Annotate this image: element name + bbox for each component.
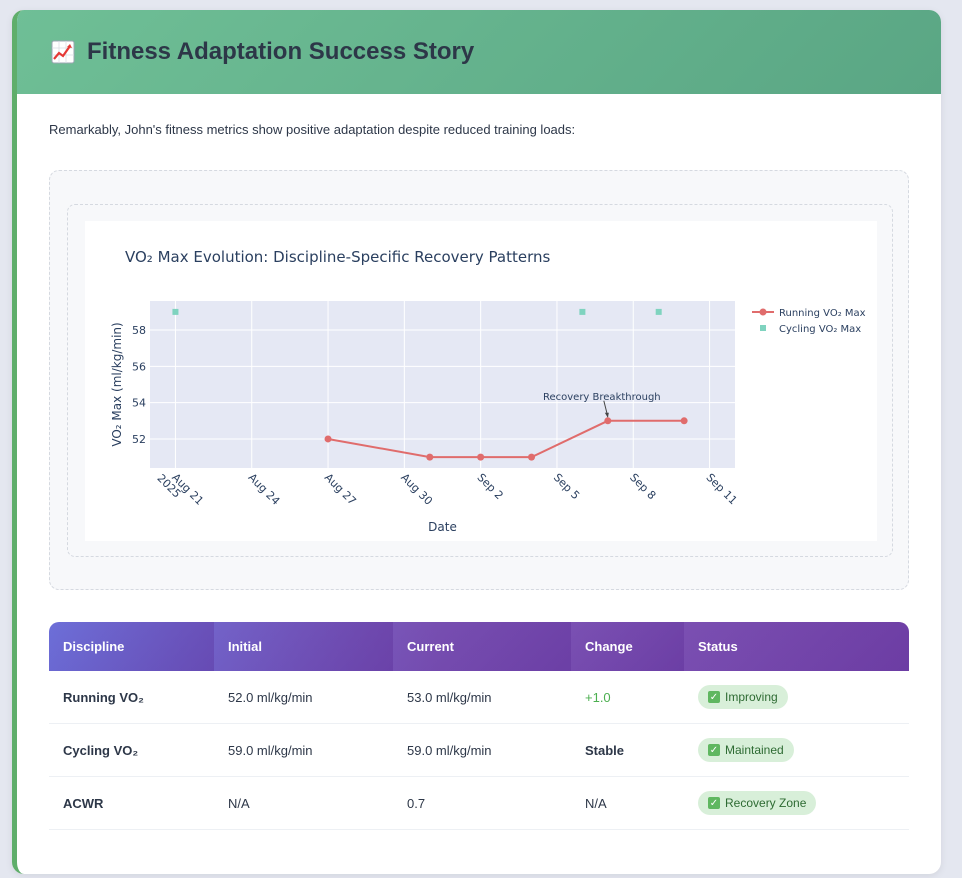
plot-background xyxy=(150,301,735,468)
vo2-chart[interactable]: VO₂ Max Evolution: Discipline-Specific R… xyxy=(85,221,877,541)
chart-frame: VO₂ Max Evolution: Discipline-Specific R… xyxy=(67,204,893,557)
cell-initial: 52.0 ml/kg/min xyxy=(228,689,313,705)
status-badge: ✓ Improving xyxy=(698,685,788,709)
table-row: Cycling VO₂ 59.0 ml/kg/min 59.0 ml/kg/mi… xyxy=(49,724,909,777)
table-row: Running VO₂ 52.0 ml/kg/min 53.0 ml/kg/mi… xyxy=(49,671,909,724)
running-point xyxy=(528,453,536,461)
cell-discipline: Running VO₂ xyxy=(63,689,144,705)
annotation-label: Recovery Breakthrough xyxy=(543,392,661,403)
header-status: Status xyxy=(684,622,909,671)
chart-container: VO₂ Max Evolution: Discipline-Specific R… xyxy=(49,170,909,590)
check-mark-icon: ✓ xyxy=(708,744,720,756)
y-tick-label: 54 xyxy=(132,397,146,410)
cycling-point xyxy=(655,308,662,315)
header-initial: Initial xyxy=(214,622,393,671)
x-tick-label: Sep 11 xyxy=(703,471,739,507)
chart-increasing-icon xyxy=(49,38,77,66)
page-title: Fitness Adaptation Success Story xyxy=(87,38,475,65)
header-change: Change xyxy=(571,622,684,671)
legend-cycling-label: Cycling VO₂ Max xyxy=(779,324,861,335)
running-point xyxy=(324,435,332,443)
y-tick-label: 58 xyxy=(132,324,146,337)
x-tick-label: Aug 212025 xyxy=(154,464,206,516)
cell-change: N/A xyxy=(585,795,607,811)
cell-status: ✓ Recovery Zone xyxy=(684,777,909,829)
status-badge: ✓ Maintained xyxy=(698,738,794,762)
cell-status: ✓ Improving xyxy=(684,671,909,723)
running-point xyxy=(680,417,688,425)
chart-legend[interactable]: Running VO₂ Max Cycling VO₂ Max xyxy=(752,308,866,335)
status-label: Maintained xyxy=(725,743,784,757)
cell-current: 59.0 ml/kg/min xyxy=(407,742,492,758)
legend-cycling-marker xyxy=(760,325,766,331)
table-header: Discipline Initial Current Change Status xyxy=(49,622,909,671)
cell-status: ✓ Maintained xyxy=(684,724,909,776)
cell-initial: N/A xyxy=(228,795,250,811)
cycling-point xyxy=(579,308,586,315)
header-current: Current xyxy=(393,622,571,671)
x-tick-label: Aug 24 xyxy=(246,471,283,508)
card-header: Fitness Adaptation Success Story xyxy=(17,10,941,94)
status-label: Improving xyxy=(725,690,778,704)
y-tick-label: 52 xyxy=(132,433,146,446)
x-tick-label: Sep 2 xyxy=(475,471,506,502)
check-mark-icon: ✓ xyxy=(708,691,720,703)
x-tick-label: Aug 27 xyxy=(322,471,359,508)
intro-text: Remarkably, John's fitness metrics show … xyxy=(49,122,576,137)
chart-title: VO₂ Max Evolution: Discipline-Specific R… xyxy=(125,248,551,266)
table-row: ACWR N/A 0.7 N/A ✓ Recovery Zone xyxy=(49,777,909,830)
header-discipline: Discipline xyxy=(49,622,214,671)
running-point xyxy=(477,453,485,461)
x-tick-label: Sep 5 xyxy=(551,471,582,502)
cycling-point xyxy=(172,308,179,315)
y-tick-label: 56 xyxy=(132,360,146,373)
x-axis-label: Date xyxy=(428,520,457,534)
cell-current: 0.7 xyxy=(407,795,426,811)
cell-change: +1.0 xyxy=(585,689,611,705)
cell-current: 53.0 ml/kg/min xyxy=(407,689,492,705)
status-badge: ✓ Recovery Zone xyxy=(698,791,817,815)
x-tick-label: Aug 30 xyxy=(398,471,435,508)
check-mark-icon: ✓ xyxy=(708,797,720,809)
running-point xyxy=(426,453,434,461)
chart-plot-area[interactable]: VO₂ Max Evolution: Discipline-Specific R… xyxy=(85,221,877,541)
legend-running-label: Running VO₂ Max xyxy=(779,308,866,319)
x-tick-label: Sep 8 xyxy=(627,471,658,502)
status-label: Recovery Zone xyxy=(725,796,807,810)
metrics-table: Discipline Initial Current Change Status… xyxy=(49,622,909,830)
cell-discipline: Cycling VO₂ xyxy=(63,742,139,758)
cell-change: Stable xyxy=(585,742,625,758)
running-point xyxy=(604,417,612,425)
legend-running-marker xyxy=(759,308,767,316)
y-axis-label: VO₂ Max (ml/kg/min) xyxy=(110,322,124,446)
cell-discipline: ACWR xyxy=(63,795,104,811)
fitness-card: Fitness Adaptation Success Story Remarka… xyxy=(12,10,941,874)
cell-initial: 59.0 ml/kg/min xyxy=(228,742,313,758)
